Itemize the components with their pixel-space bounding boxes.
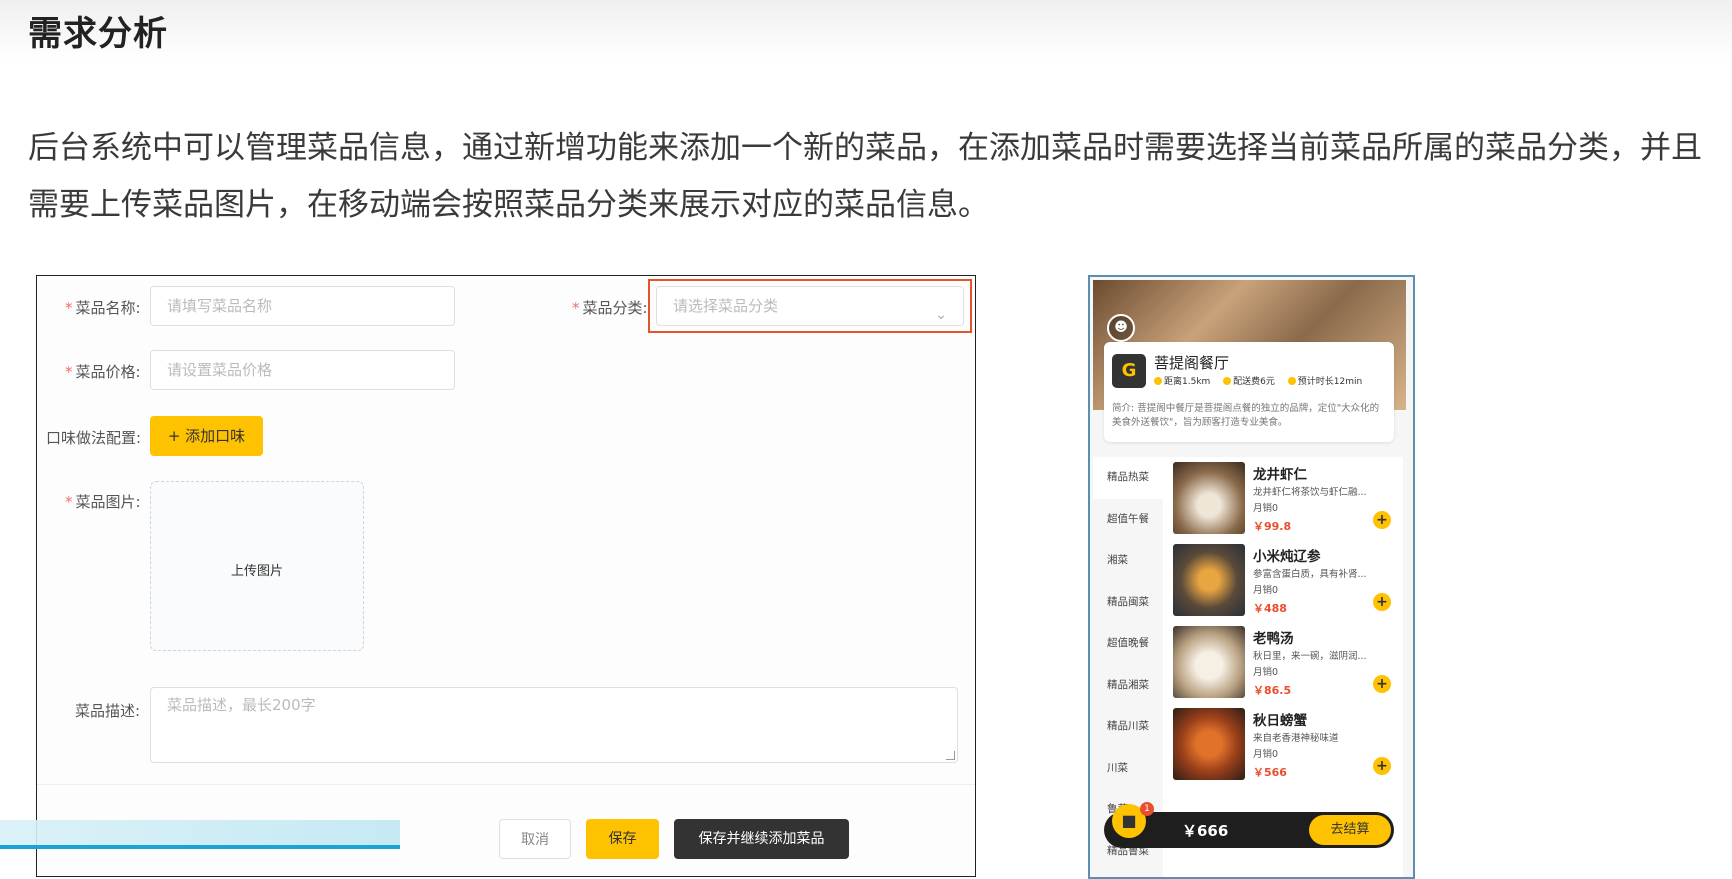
dish-image (1173, 462, 1245, 534)
restaurant-meta: 距离1.5km 配送费6元 预计时长12min (1154, 374, 1372, 387)
dish-image (1173, 544, 1245, 616)
restaurant-logo-icon: G (1112, 354, 1146, 388)
restaurant-card: G 菩提阁餐厅 距离1.5km 配送费6元 预计时长12min 简介: 菩提阁中… (1104, 342, 1394, 442)
dish-image (1173, 708, 1245, 780)
category-item[interactable]: 精品川菜 (1093, 706, 1163, 748)
add-flavor-button[interactable]: + 添加口味 (150, 416, 263, 456)
add-to-cart-button[interactable]: + (1373, 675, 1391, 693)
image-upload-area[interactable]: 上传图片 (150, 481, 364, 651)
flavor-label: 口味做法配置: (46, 429, 142, 447)
cart-bar[interactable]: ■ 1 ￥666 去结算 (1104, 802, 1394, 848)
user-icon[interactable]: ☻ (1107, 314, 1135, 342)
checkout-button[interactable]: 去结算 (1309, 815, 1391, 845)
dish-item[interactable]: 老鸭汤 秋日里，来一碗，滋阴润... 月销0 ￥86.5 + (1163, 621, 1403, 711)
resize-handle-icon[interactable] (946, 751, 955, 760)
category-item[interactable]: 精品热菜 (1093, 457, 1163, 499)
chevron-down-icon: ⌄ (935, 307, 947, 323)
dish-sales: 月销0 (1253, 503, 1279, 514)
category-item[interactable]: 精品湘菜 (1093, 665, 1163, 707)
dish-desc-textarea[interactable]: 菜品描述，最长200字 (150, 687, 958, 763)
dish-sales: 月销0 (1253, 667, 1279, 678)
category-item[interactable]: 湘菜 (1093, 540, 1163, 582)
cart-total: ￥666 (1182, 822, 1229, 840)
dish-price: ￥488 (1253, 602, 1287, 615)
video-progress-bar[interactable] (0, 845, 400, 849)
cancel-button[interactable]: 取消 (499, 819, 571, 859)
dish-price-input[interactable]: 请设置菜品价格 (150, 350, 455, 390)
dish-desc-label: 菜品描述: (75, 702, 141, 720)
dish-item[interactable]: 秋日螃蟹 来自老香港神秘味道 月销0 ￥566 + (1163, 703, 1403, 793)
upload-text: 上传图片 (230, 564, 283, 579)
mobile-preview: ☻ G 菩提阁餐厅 距离1.5km 配送费6元 预计时长12min 简介: 菩提… (1088, 275, 1415, 879)
add-dish-form: * 菜品名称: 请填写菜品名称 * 菜品分类: 请选择菜品分类 ⌄ * 菜品价格: 请… (36, 275, 976, 877)
dish-name: 秋日螃蟹 (1253, 713, 1307, 729)
dish-image (1173, 626, 1245, 698)
dish-desc: 龙井虾仁将茶饮与虾仁融... (1253, 487, 1367, 498)
dish-desc: 来自老香港神秘味道 (1253, 733, 1339, 744)
distance-icon (1154, 377, 1162, 385)
save-continue-button[interactable]: 保存并继续添加菜品 (674, 819, 849, 859)
dish-item[interactable]: 龙井虾仁 龙井虾仁将茶饮与虾仁融... 月销0 ￥99.8 + (1163, 457, 1403, 547)
dish-name: 老鸭汤 (1253, 631, 1294, 647)
dish-price: ￥86.5 (1253, 684, 1292, 697)
dish-price: ￥99.8 (1253, 520, 1292, 533)
category-item[interactable]: 超值晚餐 (1093, 623, 1163, 665)
category-item[interactable]: 超值午餐 (1093, 499, 1163, 541)
save-button[interactable]: 保存 (586, 819, 659, 859)
add-to-cart-button[interactable]: + (1373, 593, 1391, 611)
dish-name-label: * 菜品名称: (65, 299, 141, 317)
restaurant-intro: 简介: 菩提阁中餐厅是菩提阁点餐的独立的品牌，定位"大众化的美食外送餐饮"，旨为… (1112, 403, 1380, 428)
dish-sales: 月销0 (1253, 585, 1279, 596)
add-to-cart-button[interactable]: + (1373, 757, 1391, 775)
divider (37, 784, 975, 785)
eta-icon (1287, 377, 1296, 385)
dish-category-label: * 菜品分类: (572, 299, 648, 317)
delivery-fee-icon (1223, 377, 1232, 385)
category-item[interactable]: 川菜 (1093, 748, 1163, 790)
page-title: 需求分析 (28, 14, 168, 54)
video-overlay-bar (0, 820, 400, 848)
header-band (0, 0, 1732, 60)
cart-count-badge: 1 (1140, 802, 1154, 816)
dish-name-input[interactable]: 请填写菜品名称 (150, 286, 455, 326)
dish-item[interactable]: 小米炖辽参 参富含蛋白质，具有补肾... 月销0 ￥488 + (1163, 539, 1403, 629)
dish-image-label: * 菜品图片: (65, 493, 141, 511)
dish-sales: 月销0 (1253, 749, 1279, 760)
dish-price-label: * 菜品价格: (65, 363, 141, 381)
add-to-cart-button[interactable]: + (1373, 511, 1391, 529)
dish-price: ￥566 (1253, 766, 1287, 779)
dish-name: 龙井虾仁 (1253, 467, 1307, 483)
dish-desc: 参富含蛋白质，具有补肾... (1253, 569, 1367, 580)
description-paragraph: 后台系统中可以管理菜品信息，通过新增功能来添加一个新的菜品，在添加菜品时需要选择… (28, 130, 1702, 223)
restaurant-name: 菩提阁餐厅 (1154, 354, 1230, 372)
category-item[interactable]: 精品闽菜 (1093, 582, 1163, 624)
dish-category-select[interactable]: 请选择菜品分类 ⌄ (656, 286, 964, 326)
dish-desc: 秋日里，来一碗，滋阴润... (1253, 651, 1367, 662)
dish-name: 小米炖辽参 (1253, 549, 1321, 565)
